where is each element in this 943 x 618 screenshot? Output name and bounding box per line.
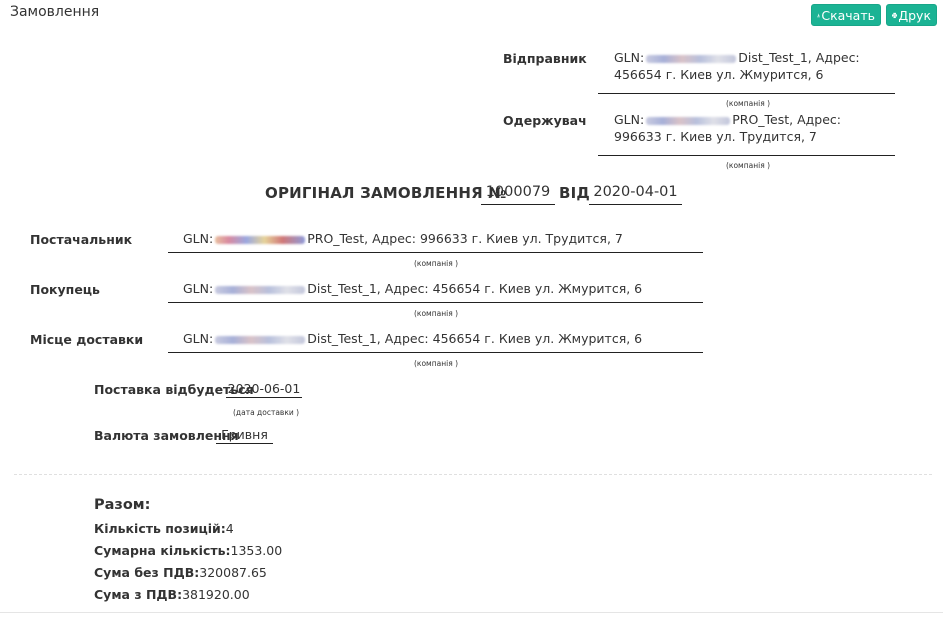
blurred-gln bbox=[646, 116, 731, 125]
gln-prefix: GLN: bbox=[183, 281, 214, 296]
order-number: 1000079 bbox=[481, 184, 555, 205]
recipient-underline bbox=[598, 155, 895, 156]
order-from-label: ВІД bbox=[559, 184, 590, 202]
download-label: Скачать bbox=[821, 7, 875, 23]
blurred-gln bbox=[646, 54, 737, 63]
delivery-place-label: Місце доставки bbox=[30, 332, 144, 347]
supplier-underline bbox=[168, 252, 703, 253]
supplier-label: Постачальник bbox=[30, 232, 133, 247]
order-title-prefix: ОРИГІНАЛ ЗАМОВЛЕННЯ № bbox=[265, 184, 507, 202]
print-button[interactable]: Друк bbox=[886, 4, 937, 26]
supplier-caption: (компанія ) bbox=[414, 259, 459, 268]
supplier-address: GLN: PRO_Test, Адрес: 996633 г. Киев ул. … bbox=[183, 230, 623, 248]
recipient-caption: (компанія ) bbox=[726, 161, 771, 170]
sum-no-vat-label: Сума без ПДВ: bbox=[94, 565, 200, 580]
blurred-gln bbox=[215, 285, 306, 294]
delivery-date-value: 2020-06-01 bbox=[226, 381, 302, 398]
summary-title: Разом: bbox=[94, 497, 151, 513]
blurred-gln bbox=[215, 235, 306, 244]
delivery-place-caption: (компанія ) bbox=[414, 359, 459, 368]
delivery-place-address: GLN: Dist_Test_1, Адрес: 456654 г. Киев у… bbox=[183, 330, 642, 348]
delivery-place-address-rest: Dist_Test_1, Адрес: 456654 г. Киев ул. Ж… bbox=[307, 331, 643, 346]
print-icon bbox=[892, 12, 898, 18]
page-title: Замовлення bbox=[10, 4, 100, 20]
positions-row: Кількість позицій:4 bbox=[94, 521, 234, 536]
total-qty-value: 1353.00 bbox=[230, 543, 283, 558]
delivery-place-underline bbox=[168, 352, 703, 353]
buyer-underline bbox=[168, 302, 703, 303]
sender-underline bbox=[598, 93, 895, 94]
sum-no-vat-value: 320087.65 bbox=[199, 565, 267, 580]
order-date: 2020-04-01 bbox=[589, 184, 682, 205]
delivery-date-caption: (дата доставки ) bbox=[233, 408, 300, 417]
sender-label: Відправник bbox=[503, 51, 587, 66]
gln-prefix: GLN: bbox=[183, 331, 214, 346]
positions-value: 4 bbox=[225, 521, 234, 536]
sender-address-rest: Dist_Test_1, Адрес: bbox=[738, 50, 860, 65]
sender-address-line2: 456654 г. Киев ул. Жмурится, 6 bbox=[614, 67, 824, 82]
download-button[interactable]: Скачать bbox=[811, 4, 881, 26]
section-divider bbox=[14, 474, 932, 475]
sender-caption: (компанія ) bbox=[726, 99, 771, 108]
buyer-caption: (компанія ) bbox=[414, 309, 459, 318]
gln-prefix: GLN: bbox=[614, 112, 645, 127]
supplier-address-rest: PRO_Test, Адрес: 996633 г. Киев ул. Труд… bbox=[307, 231, 623, 246]
positions-label: Кількість позицій: bbox=[94, 521, 226, 536]
currency-value: Гривня bbox=[216, 426, 273, 444]
sum-vat-row: Сума з ПДВ:381920.00 bbox=[94, 587, 250, 602]
gln-prefix: GLN: bbox=[614, 50, 645, 65]
print-label: Друк bbox=[898, 7, 931, 23]
sender-address-line1: GLN: Dist_Test_1, Адрес: bbox=[614, 49, 860, 67]
sum-no-vat-row: Сума без ПДВ:320087.65 bbox=[94, 565, 267, 580]
recipient-address-line2: 996633 г. Киев ул. Трудится, 7 bbox=[614, 129, 817, 144]
blurred-gln bbox=[215, 335, 306, 344]
sum-vat-label: Сума з ПДВ: bbox=[94, 587, 183, 602]
buyer-address: GLN: Dist_Test_1, Адрес: 456654 г. Киев у… bbox=[183, 280, 642, 298]
buyer-label: Покупець bbox=[30, 282, 100, 297]
recipient-address-rest: PRO_Test, Адрес: bbox=[732, 112, 841, 127]
recipient-address-line1: GLN: PRO_Test, Адрес: bbox=[614, 111, 841, 129]
total-qty-label: Сумарна кількість: bbox=[94, 543, 231, 558]
total-qty-row: Сумарна кількість:1353.00 bbox=[94, 543, 282, 558]
recipient-label: Одержувач bbox=[503, 113, 587, 128]
bottom-border bbox=[0, 612, 943, 613]
download-icon bbox=[817, 13, 821, 17]
gln-prefix: GLN: bbox=[183, 231, 214, 246]
buyer-address-rest: Dist_Test_1, Адрес: 456654 г. Киев ул. Ж… bbox=[307, 281, 643, 296]
sum-vat-value: 381920.00 bbox=[182, 587, 250, 602]
